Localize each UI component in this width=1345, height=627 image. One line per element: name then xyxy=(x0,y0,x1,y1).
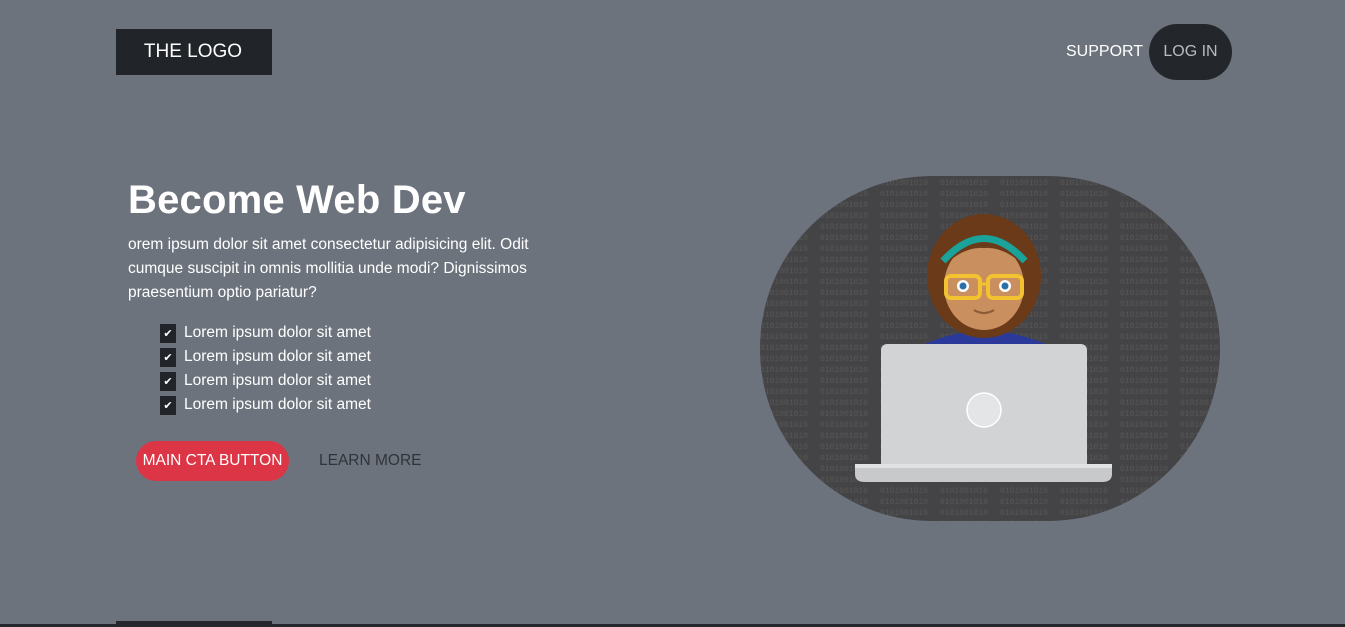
feature-list: ✔ Lorem ipsum dolor sit amet ✔ Lorem ipsum… xyxy=(160,321,371,417)
learn-more-link[interactable]: LEARN MORE xyxy=(319,452,422,470)
feature-item: ✔ Lorem ipsum dolor sit amet xyxy=(160,321,371,345)
feature-label: Lorem ipsum dolor sit amet xyxy=(184,372,371,389)
feature-item: ✔ Lorem ipsum dolor sit amet xyxy=(160,369,371,393)
logo[interactable]: THE LOGO xyxy=(116,29,272,75)
hero-description: orem ipsum dolor sit amet consectetur ad… xyxy=(128,236,529,301)
hero-title: Become Web Dev xyxy=(128,178,466,222)
check-icon: ✔ xyxy=(160,347,176,367)
main-cta-button[interactable]: MAIN CTA BUTTON xyxy=(136,441,289,481)
footer-logo-edge xyxy=(116,621,272,627)
feature-label: Lorem ipsum dolor sit amet xyxy=(184,396,371,413)
check-icon: ✔ xyxy=(160,323,176,343)
feature-item: ✔ Lorem ipsum dolor sit amet xyxy=(160,393,371,417)
check-icon: ✔ xyxy=(160,395,176,415)
feature-item: ✔ Lorem ipsum dolor sit amet xyxy=(160,345,371,369)
login-button[interactable]: LOG IN xyxy=(1149,24,1232,80)
feature-label: Lorem ipsum dolor sit amet xyxy=(184,348,371,365)
feature-label: Lorem ipsum dolor sit amet xyxy=(184,324,371,341)
check-icon: ✔ xyxy=(160,371,176,391)
developer-illustration: 0101001010 xyxy=(760,176,1220,521)
nav-support-link[interactable]: SUPPORT xyxy=(1066,43,1143,61)
